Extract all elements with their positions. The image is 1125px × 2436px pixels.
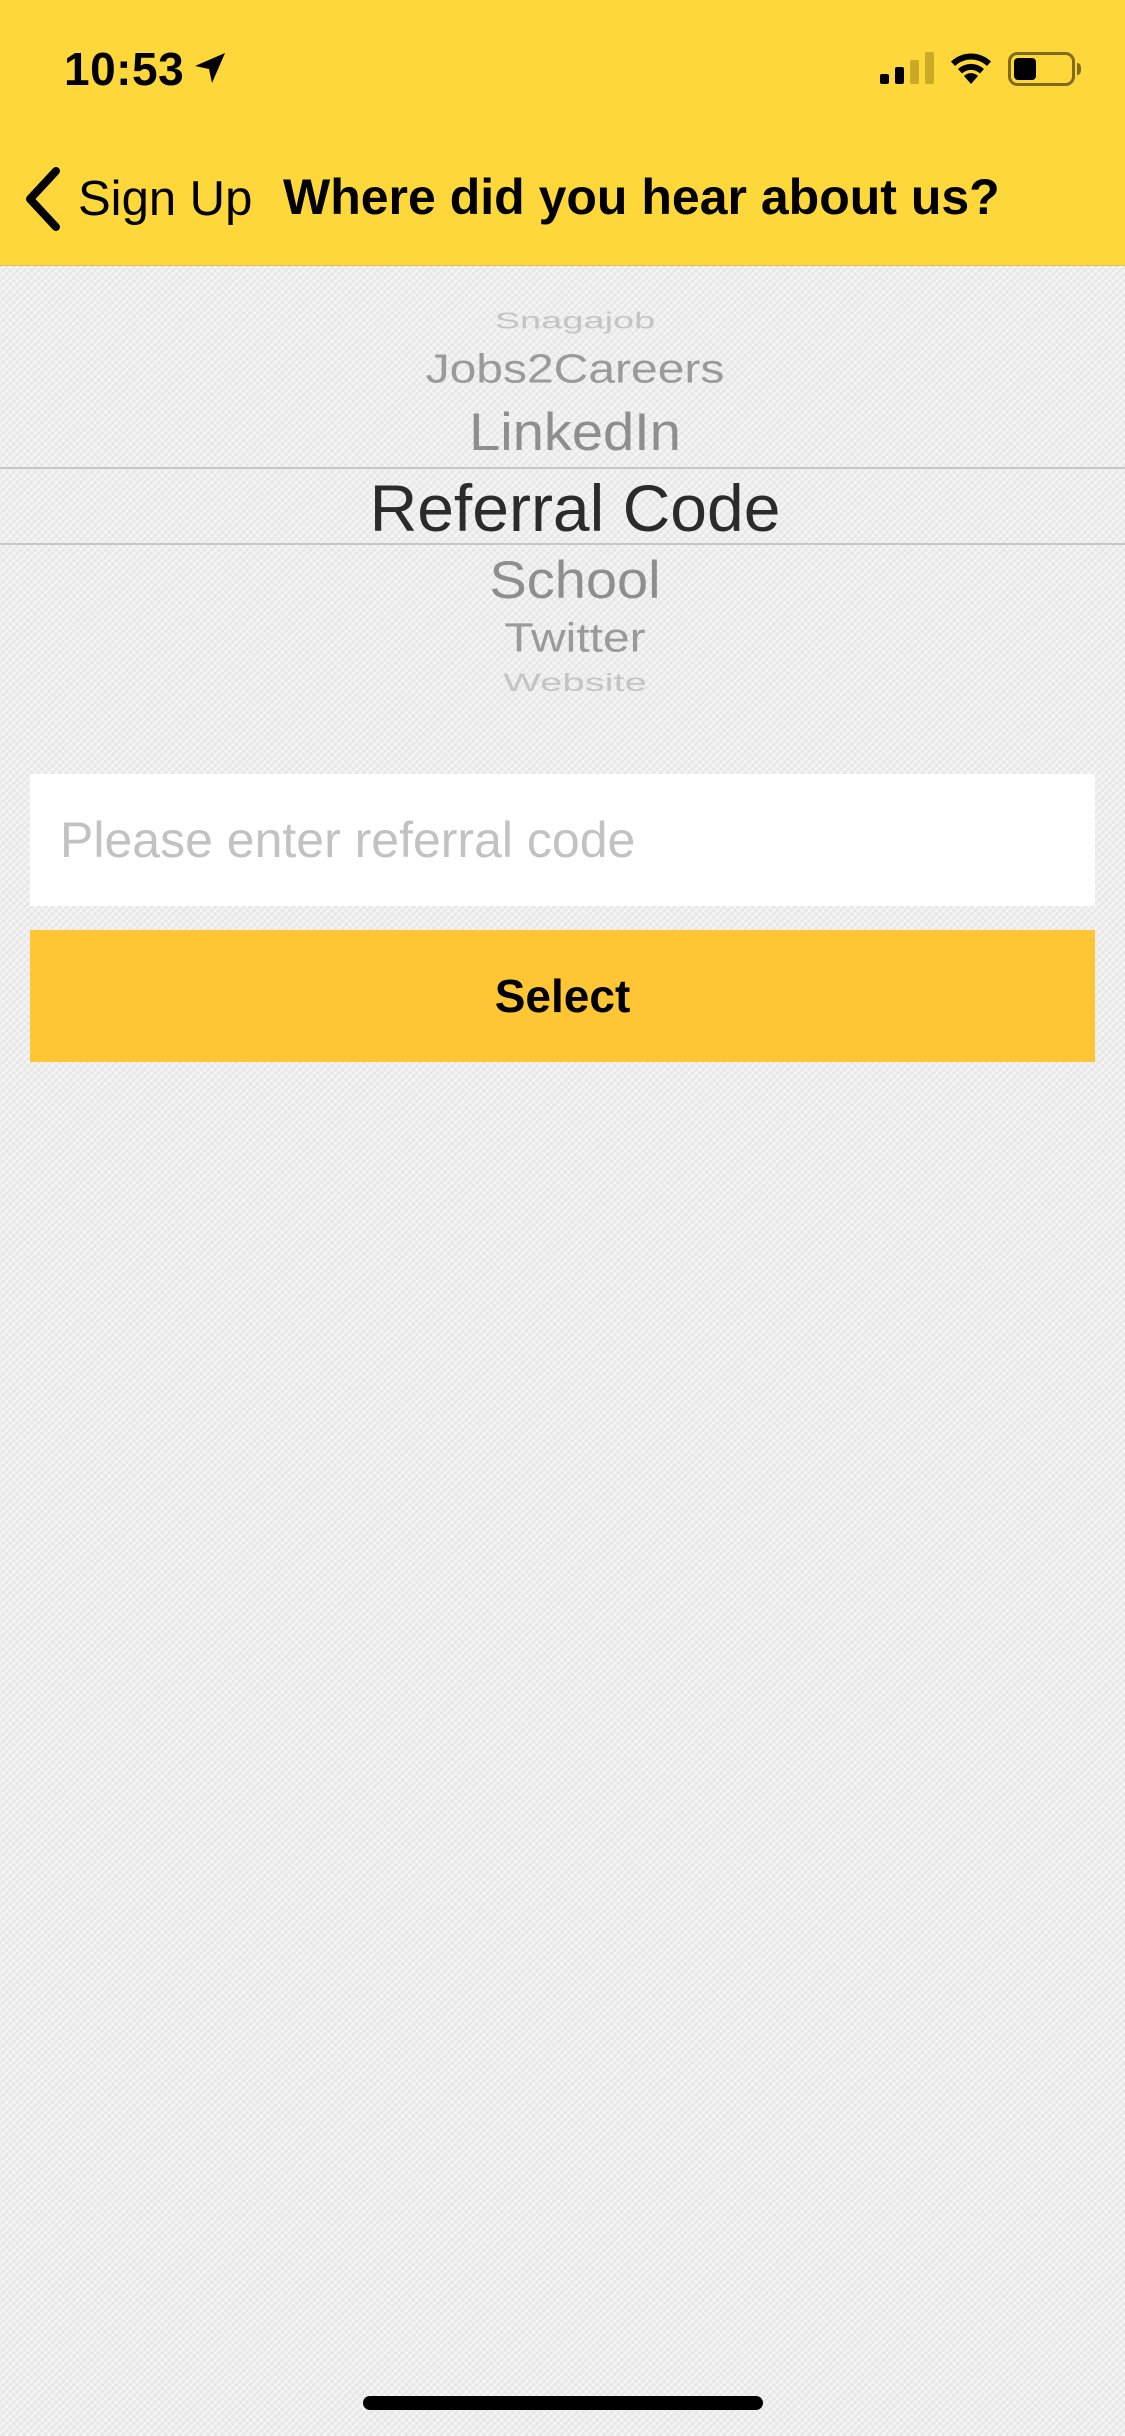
- picker-item[interactable]: LinkedIn: [0, 401, 1125, 463]
- back-label: Sign Up: [78, 172, 253, 226]
- header: 10:53 Sign Up Where did you hear about u…: [0, 0, 1125, 266]
- source-picker[interactable]: Snagajob Jobs2Careers LinkedIn Referral …: [0, 266, 1125, 706]
- referral-code-input[interactable]: [30, 774, 1095, 906]
- select-button[interactable]: Select: [30, 930, 1095, 1062]
- page-title: Where did you hear about us?: [283, 169, 1000, 225]
- picker-item[interactable]: Snagajob: [0, 308, 1125, 335]
- picker-item[interactable]: Twitter: [0, 615, 1125, 662]
- status-time: 10:53: [64, 43, 185, 95]
- location-arrow-icon: [195, 53, 225, 83]
- picker-item[interactable]: School: [0, 549, 1125, 611]
- battery-icon: [1008, 52, 1081, 86]
- chevron-left-icon: [26, 167, 60, 231]
- status-bar: 10:53: [0, 0, 1125, 132]
- picker-item[interactable]: Jobs2Careers: [0, 346, 1125, 393]
- back-button[interactable]: Sign Up: [24, 164, 252, 234]
- picker-item-selected[interactable]: Referral Code: [0, 470, 1125, 546]
- picker-item[interactable]: Website: [0, 670, 1125, 698]
- nav-bar: Sign Up Where did you hear about us?: [0, 132, 1125, 265]
- wifi-icon: [951, 53, 991, 84]
- home-indicator[interactable]: [363, 2396, 763, 2410]
- cellular-signal-icon: [880, 52, 934, 84]
